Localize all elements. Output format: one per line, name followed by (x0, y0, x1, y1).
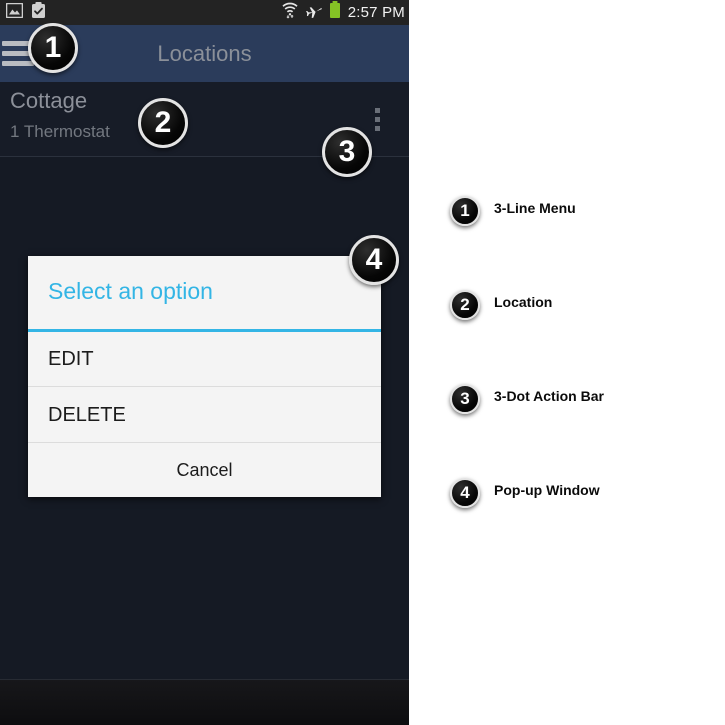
legend-item: 1 3-Line Menu (450, 196, 720, 290)
legend-label-1: 3-Line Menu (494, 200, 576, 216)
dialog-title: Select an option (48, 278, 213, 304)
wifi-transfer-icon (281, 1, 299, 24)
legend-label-2: Location (494, 294, 553, 310)
android-status-bar: 2:57 PM (0, 0, 409, 25)
legend-badge-2: 2 (450, 290, 480, 320)
legend-label-3: 3-Dot Action Bar (494, 388, 604, 404)
select-option-dialog: Select an option EDIT DELETE Cancel (28, 256, 381, 497)
phone-screenshot: 2:57 PM Locations Cottage 1 Thermostat S… (0, 0, 409, 725)
callout-badge-2: 2 (138, 98, 188, 148)
legend-item: 2 Location (450, 290, 720, 384)
location-name: Cottage (10, 88, 88, 113)
dialog-option-edit[interactable]: EDIT (28, 332, 381, 387)
legend-badge-3: 3 (450, 384, 480, 414)
legend-label-4: Pop-up Window (494, 482, 600, 498)
location-subtitle: 1 Thermostat (10, 122, 110, 141)
screenshot-root: 2:57 PM Locations Cottage 1 Thermostat S… (0, 0, 725, 725)
android-navigation-strip (0, 679, 409, 725)
legend-badge-1: 1 (450, 196, 480, 226)
overflow-dot (375, 108, 380, 113)
callout-badge-1: 1 (28, 23, 78, 73)
dialog-cancel-button[interactable]: Cancel (28, 444, 381, 497)
overflow-dot (375, 117, 380, 122)
dialog-option-delete[interactable]: DELETE (28, 388, 381, 443)
legend-item: 4 Pop-up Window (450, 478, 720, 572)
overflow-dot (375, 126, 380, 131)
status-bar-clock: 2:57 PM (347, 4, 405, 21)
legend-item: 3 3-Dot Action Bar (450, 384, 720, 478)
clipboard-check-icon (31, 1, 46, 24)
callout-legend: 1 3-Line Menu 2 Location 3 3-Dot Action … (450, 196, 720, 572)
status-bar-left-icons (0, 1, 46, 24)
gallery-image-icon (5, 2, 24, 23)
legend-badge-4: 4 (450, 478, 480, 508)
battery-full-icon (329, 1, 341, 24)
airplane-mode-icon (305, 2, 323, 24)
callout-badge-3: 3 (322, 127, 372, 177)
status-bar-right-icons: 2:57 PM (281, 0, 405, 25)
three-dot-overflow-icon[interactable] (375, 108, 380, 135)
callout-badge-4: 4 (349, 235, 399, 285)
